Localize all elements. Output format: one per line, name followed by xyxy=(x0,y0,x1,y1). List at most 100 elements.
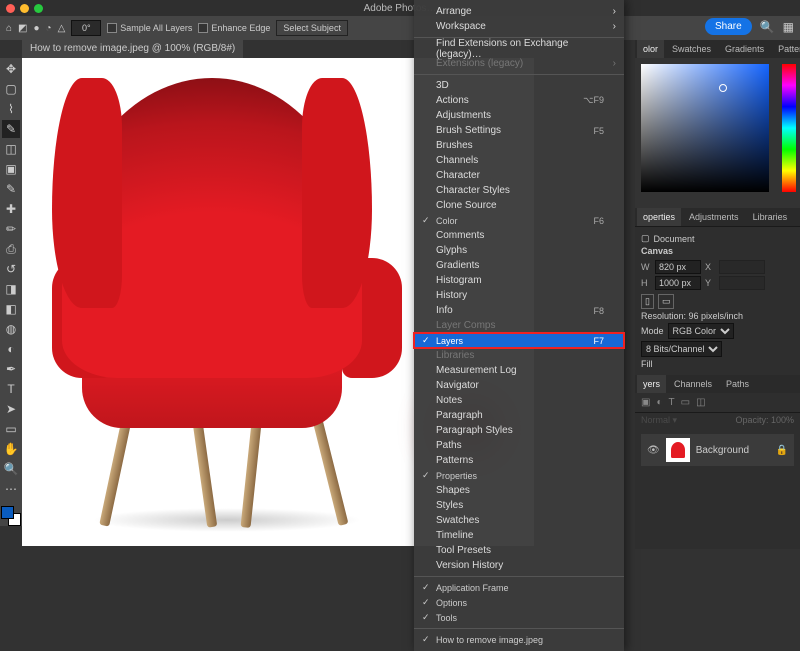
filter-pixel-icon[interactable]: ▣ xyxy=(641,397,650,408)
path-select-tool[interactable]: ➤ xyxy=(2,400,20,418)
eraser-tool[interactable]: ◨ xyxy=(2,280,20,298)
zoom-window-button[interactable] xyxy=(34,4,43,13)
gradient-tool[interactable]: ◧ xyxy=(2,300,20,318)
menu-item-paragraph[interactable]: Paragraph xyxy=(414,408,624,423)
pen-tool[interactable]: ✒ xyxy=(2,360,20,378)
clone-stamp-tool[interactable]: ⎙ xyxy=(2,240,20,258)
document-tab[interactable]: How to remove image.jpeg @ 100% (RGB/8#) xyxy=(22,40,243,58)
brush-picker-icon[interactable]: ◔ xyxy=(46,19,52,37)
tab-paths[interactable]: Paths xyxy=(720,375,755,393)
tool-preset-icon[interactable]: ◩ xyxy=(18,19,27,37)
menu-item-info[interactable]: InfoF8 xyxy=(414,303,624,318)
menu-item-history[interactable]: History xyxy=(414,288,624,303)
mode-select[interactable]: RGB Color xyxy=(668,323,734,339)
menu-item-navigator[interactable]: Navigator xyxy=(414,378,624,393)
filter-smart-icon[interactable]: ◫ xyxy=(696,397,705,408)
menu-item-color[interactable]: ColorF6 xyxy=(414,213,624,228)
menu-item-notes[interactable]: Notes xyxy=(414,393,624,408)
workspace-icon[interactable]: ▦ xyxy=(783,20,794,34)
depth-select[interactable]: 8 Bits/Channel xyxy=(641,341,722,357)
foreground-color-swatch[interactable] xyxy=(1,506,14,519)
hand-tool[interactable]: ✋ xyxy=(2,440,20,458)
shape-tool[interactable]: ▭ xyxy=(2,420,20,438)
lock-icon[interactable]: 🔒 xyxy=(776,445,788,456)
menu-item-tool-presets[interactable]: Tool Presets xyxy=(414,543,624,558)
layer-row-background[interactable]: 👁 Background 🔒 xyxy=(641,434,794,466)
hue-strip[interactable] xyxy=(782,64,796,192)
menu-item-how-to-remove-image-jpeg[interactable]: How to remove image.jpeg xyxy=(414,632,624,647)
menu-item-paragraph-styles[interactable]: Paragraph Styles xyxy=(414,423,624,438)
tab-gradients[interactable]: Gradients xyxy=(719,40,770,58)
menu-item-shapes[interactable]: Shapes xyxy=(414,483,624,498)
search-icon[interactable]: 🔍 xyxy=(760,20,775,34)
select-subject-button[interactable]: Select Subject xyxy=(276,20,348,36)
tab-swatches[interactable]: Swatches xyxy=(666,40,717,58)
menu-item-adjustments[interactable]: Adjustments xyxy=(414,108,624,123)
menu-item-glyphs[interactable]: Glyphs xyxy=(414,243,624,258)
sample-all-layers-checkbox[interactable]: Sample All Layers xyxy=(107,23,192,33)
tab-channels[interactable]: Channels xyxy=(668,375,718,393)
crop-tool[interactable]: ◫ xyxy=(2,140,20,158)
blend-mode-select[interactable]: Normal ▾ xyxy=(641,415,677,426)
blur-tool[interactable]: ◍ xyxy=(2,320,20,338)
opacity-value[interactable]: 100% xyxy=(771,415,794,425)
tab-layers[interactable]: yers xyxy=(637,375,666,393)
color-picker[interactable] xyxy=(635,58,800,208)
menu-item-find-extensions-on-exchange-legacy-[interactable]: Find Extensions on Exchange (legacy)… xyxy=(414,41,624,56)
minimize-window-button[interactable] xyxy=(20,4,29,13)
menu-item-patterns[interactable]: Patterns xyxy=(414,453,624,468)
menu-item-options[interactable]: Options xyxy=(414,595,624,610)
height-field[interactable] xyxy=(655,276,701,290)
close-window-button[interactable] xyxy=(6,4,15,13)
menu-item-version-history[interactable]: Version History xyxy=(414,558,624,573)
y-field[interactable] xyxy=(719,276,765,290)
menu-item-application-frame[interactable]: Application Frame xyxy=(414,580,624,595)
x-field[interactable] xyxy=(719,260,765,274)
dodge-tool[interactable]: ◐ xyxy=(2,340,20,358)
menu-item-workspace[interactable]: Workspace xyxy=(414,19,624,34)
healing-brush-tool[interactable]: ✚ xyxy=(2,200,20,218)
menu-item-tools[interactable]: Tools xyxy=(414,610,624,625)
layer-thumbnail[interactable] xyxy=(666,438,690,462)
menu-item-paths[interactable]: Paths xyxy=(414,438,624,453)
tab-adjustments[interactable]: Adjustments xyxy=(683,208,745,226)
menu-item-timeline[interactable]: Timeline xyxy=(414,528,624,543)
zoom-tool[interactable]: 🔍 xyxy=(2,460,20,478)
enhance-edge-checkbox[interactable]: Enhance Edge xyxy=(198,23,270,33)
angle-field[interactable] xyxy=(71,20,101,36)
tab-patterns[interactable]: Patterns xyxy=(772,40,800,58)
menu-item-arrange[interactable]: Arrange xyxy=(414,4,624,19)
filter-type-icon[interactable]: T xyxy=(669,397,675,408)
menu-item-histogram[interactable]: Histogram xyxy=(414,273,624,288)
orientation-landscape-icon[interactable]: ▭ xyxy=(658,294,675,309)
edit-toolbar-icon[interactable]: ⋯ xyxy=(2,480,20,498)
menu-item-brushes[interactable]: Brushes xyxy=(414,138,624,153)
eyedropper-tool[interactable]: ✎ xyxy=(2,180,20,198)
menu-item-brush-settings[interactable]: Brush SettingsF5 xyxy=(414,123,624,138)
home-icon[interactable]: ⌂ xyxy=(6,19,12,37)
menu-item-channels[interactable]: Channels xyxy=(414,153,624,168)
menu-item-comments[interactable]: Comments xyxy=(414,228,624,243)
menu-item-character-styles[interactable]: Character Styles xyxy=(414,183,624,198)
menu-item-gradients[interactable]: Gradients xyxy=(414,258,624,273)
menu-item-measurement-log[interactable]: Measurement Log xyxy=(414,363,624,378)
color-swatch-pair[interactable] xyxy=(1,506,21,526)
menu-item-styles[interactable]: Styles xyxy=(414,498,624,513)
menu-item-properties[interactable]: Properties xyxy=(414,468,624,483)
menu-item-actions[interactable]: Actions⌥F9 xyxy=(414,93,624,108)
move-tool[interactable]: ✥ xyxy=(2,60,20,78)
visibility-toggle-icon[interactable]: 👁 xyxy=(647,445,660,456)
share-button[interactable]: Share xyxy=(705,18,752,35)
width-field[interactable] xyxy=(655,260,701,274)
orientation-portrait-icon[interactable]: ▯ xyxy=(641,294,654,309)
tab-libraries[interactable]: Libraries xyxy=(747,208,794,226)
menu-item-swatches[interactable]: Swatches xyxy=(414,513,624,528)
type-tool[interactable]: T xyxy=(2,380,20,398)
history-brush-tool[interactable]: ↺ xyxy=(2,260,20,278)
brush-icon[interactable]: ● xyxy=(34,19,40,37)
brush-tool[interactable]: ✏ xyxy=(2,220,20,238)
marquee-tool[interactable]: ▢ xyxy=(2,80,20,98)
lasso-tool[interactable]: ⌇ xyxy=(2,100,20,118)
menu-item-layers[interactable]: LayersF7 xyxy=(414,333,624,348)
frame-tool[interactable]: ▣ xyxy=(2,160,20,178)
